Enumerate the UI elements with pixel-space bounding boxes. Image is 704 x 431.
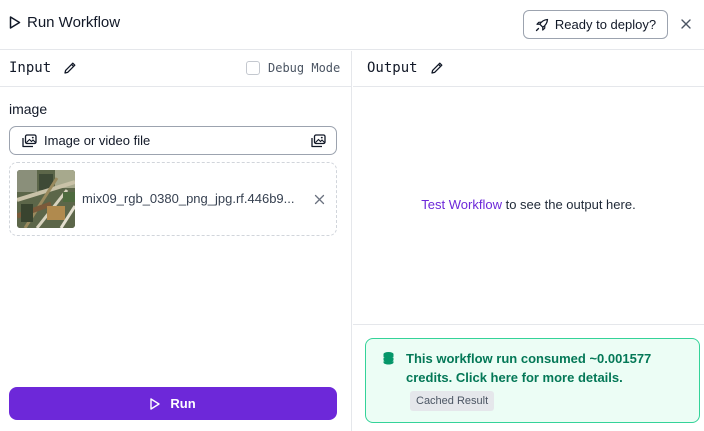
close-button[interactable] — [679, 17, 693, 31]
output-divider — [353, 324, 704, 325]
close-icon — [681, 19, 691, 29]
debug-mode-checkbox[interactable] — [246, 61, 260, 75]
output-message-text: to see the output here. — [501, 197, 636, 212]
rocket-icon — [535, 18, 549, 31]
output-panel-header: Output — [353, 51, 704, 87]
output-placeholder-message: Test Workflow to see the output here. — [353, 197, 704, 212]
ready-to-deploy-button[interactable]: Ready to deploy? — [523, 10, 668, 39]
input-heading: Input — [9, 60, 52, 76]
remove-file-icon[interactable] — [314, 194, 325, 205]
images-icon — [311, 134, 326, 148]
pencil-icon[interactable] — [430, 61, 444, 75]
uploaded-file-card: mix09_rgb_0380_png_jpg.rf.446b9... — [9, 162, 337, 236]
pencil-icon[interactable] — [63, 61, 77, 75]
file-name: mix09_rgb_0380_png_jpg.rf.446b9... — [82, 191, 295, 206]
run-button[interactable]: Run — [9, 387, 337, 420]
images-icon — [22, 134, 37, 148]
file-thumbnail — [17, 170, 75, 228]
debug-mode-toggle[interactable]: Debug Mode — [246, 61, 340, 75]
debug-mode-label: Debug Mode — [268, 61, 341, 75]
play-outline-icon — [150, 397, 161, 410]
credits-notice[interactable]: This workflow run consumed ~0.001577 cre… — [365, 338, 700, 423]
deploy-button-label: Ready to deploy? — [554, 17, 657, 32]
input-panel-header: Input Debug Mode — [0, 51, 351, 87]
image-field-label: image — [9, 101, 48, 117]
header-bar: Run Workflow Ready to deploy? — [0, 0, 704, 50]
cached-result-badge: Cached Result — [410, 391, 495, 411]
output-panel: Output Test Workflow to see the output h… — [353, 51, 704, 431]
test-workflow-link[interactable]: Test Workflow — [421, 197, 502, 212]
coins-icon — [383, 352, 394, 365]
image-or-video-file-button[interactable]: Image or video file — [9, 126, 337, 155]
input-panel: Input Debug Mode image Image or video fi… — [0, 51, 352, 431]
credits-message: This workflow run consumed ~0.001577 cre… — [406, 351, 652, 385]
file-button-label: Image or video file — [44, 133, 151, 148]
page-title: Run Workflow — [27, 14, 121, 31]
play-outline-icon — [9, 16, 21, 29]
output-heading: Output — [367, 60, 418, 76]
title-group: Run Workflow — [9, 14, 120, 31]
run-button-label: Run — [170, 396, 196, 411]
